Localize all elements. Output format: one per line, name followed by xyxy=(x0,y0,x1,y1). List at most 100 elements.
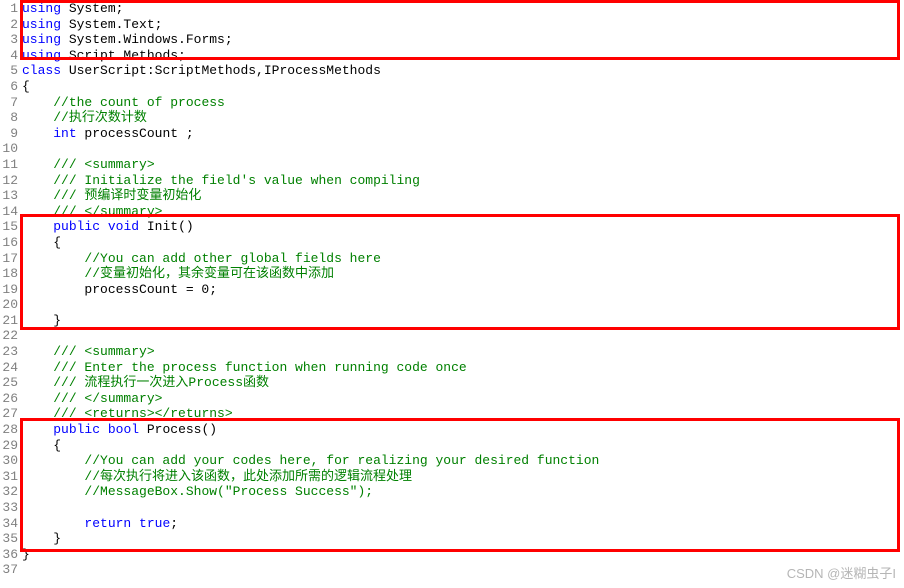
code-line: 14 /// </summary> xyxy=(0,204,904,220)
line-number: 27 xyxy=(0,406,22,422)
line-number: 14 xyxy=(0,204,22,220)
line-number: 26 xyxy=(0,391,22,407)
code-content: { xyxy=(22,235,904,251)
watermark-text: CSDN @迷糊虫子I xyxy=(787,563,896,582)
code-content: //变量初始化，其余变量可在该函数中添加 xyxy=(22,266,904,282)
line-number: 1 xyxy=(0,1,22,17)
code-content: /// <summary> xyxy=(22,157,904,173)
code-line: 10 xyxy=(0,141,904,157)
line-number: 25 xyxy=(0,375,22,391)
code-line: 3using System.Windows.Forms; xyxy=(0,32,904,48)
code-line: 23 /// <summary> xyxy=(0,344,904,360)
line-number: 3 xyxy=(0,32,22,48)
line-number: 30 xyxy=(0,453,22,469)
line-number: 6 xyxy=(0,79,22,95)
code-content: /// <returns></returns> xyxy=(22,406,904,422)
code-content: //You can add your codes here, for reali… xyxy=(22,453,904,469)
code-content: { xyxy=(22,438,904,454)
code-editor: 1using System;2using System.Text;3using … xyxy=(0,0,904,578)
code-line: 25 /// 流程执行一次进入Process函数 xyxy=(0,375,904,391)
code-content: using System; xyxy=(22,1,904,17)
code-line: 19 processCount = 0; xyxy=(0,282,904,298)
code-line: 18 //变量初始化，其余变量可在该函数中添加 xyxy=(0,266,904,282)
line-number: 9 xyxy=(0,126,22,142)
line-number: 19 xyxy=(0,282,22,298)
code-content: //You can add other global fields here xyxy=(22,251,904,267)
code-content: using Script.Methods; xyxy=(22,48,904,64)
code-line: 37 xyxy=(0,562,904,578)
code-content: //MessageBox.Show("Process Success"); xyxy=(22,484,904,500)
code-line: 4using Script.Methods; xyxy=(0,48,904,64)
line-number: 23 xyxy=(0,344,22,360)
code-line: 27 /// <returns></returns> xyxy=(0,406,904,422)
code-line: 33 xyxy=(0,500,904,516)
code-content: { xyxy=(22,79,904,95)
line-number: 17 xyxy=(0,251,22,267)
code-content: } xyxy=(22,547,904,563)
code-line: 16 { xyxy=(0,235,904,251)
line-number: 4 xyxy=(0,48,22,64)
line-number: 7 xyxy=(0,95,22,111)
code-line: 30 //You can add your codes here, for re… xyxy=(0,453,904,469)
line-number: 15 xyxy=(0,219,22,235)
line-number: 20 xyxy=(0,297,22,313)
code-content: using System.Text; xyxy=(22,17,904,33)
code-line: 29 { xyxy=(0,438,904,454)
code-content xyxy=(22,500,904,516)
line-number: 5 xyxy=(0,63,22,79)
code-line: 17 //You can add other global fields her… xyxy=(0,251,904,267)
code-content: /// 预编译时变量初始化 xyxy=(22,188,904,204)
code-content xyxy=(22,562,904,578)
line-number: 29 xyxy=(0,438,22,454)
code-line: 13 /// 预编译时变量初始化 xyxy=(0,188,904,204)
line-number: 28 xyxy=(0,422,22,438)
code-content: class UserScript:ScriptMethods,IProcessM… xyxy=(22,63,904,79)
code-line: 32 //MessageBox.Show("Process Success"); xyxy=(0,484,904,500)
code-line: 35 } xyxy=(0,531,904,547)
line-number: 35 xyxy=(0,531,22,547)
code-line: 11 /// <summary> xyxy=(0,157,904,173)
line-number: 21 xyxy=(0,313,22,329)
code-line: 1using System; xyxy=(0,1,904,17)
code-content: /// </summary> xyxy=(22,204,904,220)
line-number: 34 xyxy=(0,516,22,532)
code-content: public bool Process() xyxy=(22,422,904,438)
code-line: 15 public void Init() xyxy=(0,219,904,235)
line-number: 31 xyxy=(0,469,22,485)
code-content xyxy=(22,297,904,313)
code-content: //执行次数计数 xyxy=(22,110,904,126)
code-content: int processCount ; xyxy=(22,126,904,142)
line-number: 22 xyxy=(0,328,22,344)
line-number: 37 xyxy=(0,562,22,578)
code-content xyxy=(22,328,904,344)
code-content: /// </summary> xyxy=(22,391,904,407)
code-content: } xyxy=(22,531,904,547)
code-content: return true; xyxy=(22,516,904,532)
code-line: 5class UserScript:ScriptMethods,IProcess… xyxy=(0,63,904,79)
code-line: 7 //the count of process xyxy=(0,95,904,111)
code-content: public void Init() xyxy=(22,219,904,235)
code-line: 26 /// </summary> xyxy=(0,391,904,407)
code-content: /// <summary> xyxy=(22,344,904,360)
code-content: processCount = 0; xyxy=(22,282,904,298)
line-number: 10 xyxy=(0,141,22,157)
code-content: /// Enter the process function when runn… xyxy=(22,360,904,376)
line-number: 33 xyxy=(0,500,22,516)
code-line: 21 } xyxy=(0,313,904,329)
line-number: 24 xyxy=(0,360,22,376)
line-number: 36 xyxy=(0,547,22,563)
code-content xyxy=(22,141,904,157)
code-line: 8 //执行次数计数 xyxy=(0,110,904,126)
code-content: //the count of process xyxy=(22,95,904,111)
line-number: 11 xyxy=(0,157,22,173)
line-number: 2 xyxy=(0,17,22,33)
code-content: /// Initialize the field's value when co… xyxy=(22,173,904,189)
line-number: 8 xyxy=(0,110,22,126)
code-line: 22 xyxy=(0,328,904,344)
code-content: //每次执行将进入该函数，此处添加所需的逻辑流程处理 xyxy=(22,469,904,485)
code-line: 36} xyxy=(0,547,904,563)
code-content: using System.Windows.Forms; xyxy=(22,32,904,48)
line-number: 18 xyxy=(0,266,22,282)
line-number: 12 xyxy=(0,173,22,189)
line-number: 32 xyxy=(0,484,22,500)
